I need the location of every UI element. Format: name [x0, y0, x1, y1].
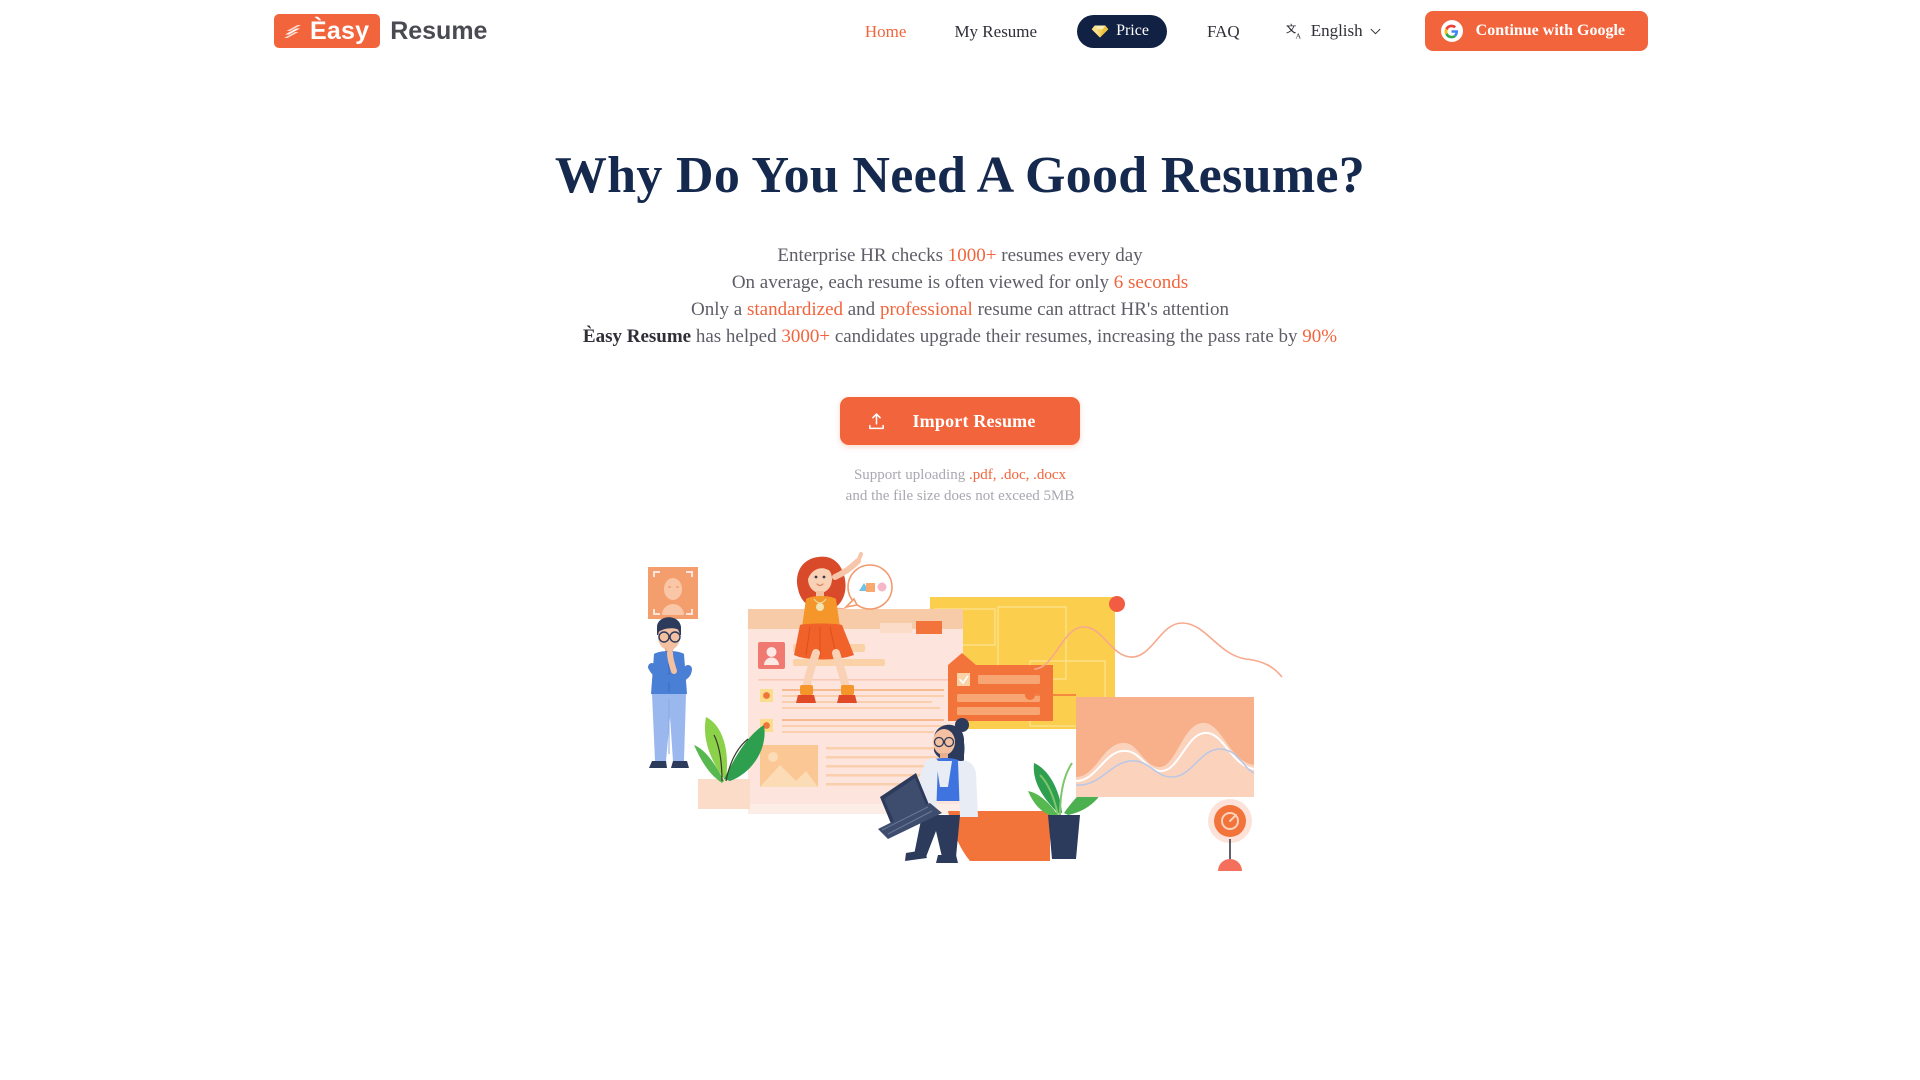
import-resume-button[interactable]: Import Resume	[840, 397, 1080, 446]
nav-item-price[interactable]: Price	[1077, 14, 1167, 48]
hero-line-2-a: On average, each resume is often viewed …	[731, 272, 1114, 294]
page-title: Why Do You Need A Good Resume?	[554, 147, 1366, 204]
google-button-label: Continue with Google	[1475, 22, 1625, 39]
google-g-icon	[1440, 20, 1463, 42]
hero-line-4: Èasy Resume has helped 3000+ candidates …	[0, 323, 1920, 350]
import-resume-label: Import Resume	[912, 410, 1036, 431]
nav-item-home[interactable]: Home	[841, 23, 931, 40]
illustration-face-scan-card	[648, 567, 698, 620]
continue-with-google-button[interactable]: Continue with Google	[1424, 11, 1648, 51]
main-nav: Home My Resume Price FAQ 文 A English Con…	[841, 11, 1648, 51]
hero-line-3: Only a standardized and professional res…	[0, 296, 1920, 323]
nav-item-faq[interactable]: FAQ	[1183, 23, 1264, 40]
translate-icon: 文 A	[1286, 22, 1302, 40]
chevron-down-icon	[1370, 28, 1381, 34]
stacked-lines-logo-icon	[284, 25, 301, 38]
hero-line-2: On average, each resume is often viewed …	[0, 269, 1920, 296]
support-line-2: and the file size does not exceed 5MB	[845, 488, 1075, 505]
nav-price-label: Price	[1116, 22, 1149, 39]
hero-line-1-a: Enterprise HR checks	[777, 245, 948, 267]
hero-line-3-highlight-2: professional	[879, 299, 973, 321]
illustration-container	[0, 549, 1920, 879]
hero-line-1-b: resumes every day	[996, 245, 1143, 267]
support-formats: .pdf, .doc, .docx	[968, 467, 1067, 484]
hero-section: Why Do You Need A Good Resume? Enterpris…	[0, 62, 1920, 879]
hero-line-4-highlight-2: 90%	[1302, 326, 1338, 348]
illustration-chart-card	[1075, 697, 1255, 798]
illustration-man-standing	[648, 617, 692, 769]
brand-badge: Èasy	[274, 14, 381, 48]
brand-resume-text: Resume	[390, 16, 488, 45]
hero-line-4-brand: Èasy Resume	[582, 326, 692, 348]
brand-logo[interactable]: Èasy Resume	[274, 14, 487, 48]
site-header: Èasy Resume Home My Resume Price FAQ 文 A…	[0, 0, 1920, 62]
hero-line-4-b: candidates upgrade their resumes, increa…	[830, 326, 1303, 348]
hero-line-4-a: has helped	[691, 326, 782, 348]
support-prefix: Support uploading	[853, 467, 969, 484]
hero-subtext: Enterprise HR checks 1000+ resumes every…	[0, 242, 1920, 350]
hero-line-2-highlight: 6 seconds	[1113, 272, 1189, 294]
support-line-1: Support uploading .pdf, .doc, .docx	[0, 465, 1920, 486]
brand-easy-text: Èasy	[310, 16, 370, 45]
upload-icon	[869, 413, 884, 429]
hero-line-3-c: resume can attract HR's attention	[972, 299, 1229, 321]
nav-item-my-resume[interactable]: My Resume	[930, 23, 1061, 40]
upload-support-note: Support uploading .pdf, .doc, .docx and …	[0, 465, 1920, 507]
resume-building-illustration	[648, 552, 1283, 872]
svg-text:A: A	[1295, 31, 1301, 40]
language-selector[interactable]: 文 A English	[1264, 21, 1403, 41]
language-label: English	[1310, 21, 1363, 40]
hero-line-3-b: and	[843, 299, 880, 321]
import-area: Import Resume	[0, 397, 1920, 446]
hero-line-4-highlight-1: 3000+	[781, 326, 831, 348]
import-icon-box	[840, 412, 912, 431]
hero-line-1-highlight: 1000+	[947, 245, 997, 267]
illustration-badge-icon	[1208, 799, 1252, 872]
gem-icon	[1091, 25, 1109, 37]
hero-line-1: Enterprise HR checks 1000+ resumes every…	[0, 242, 1920, 269]
illustration-speech-bubble	[843, 564, 893, 610]
hero-line-3-a: Only a	[691, 299, 747, 321]
hero-line-3-highlight-1: standardized	[746, 299, 843, 321]
